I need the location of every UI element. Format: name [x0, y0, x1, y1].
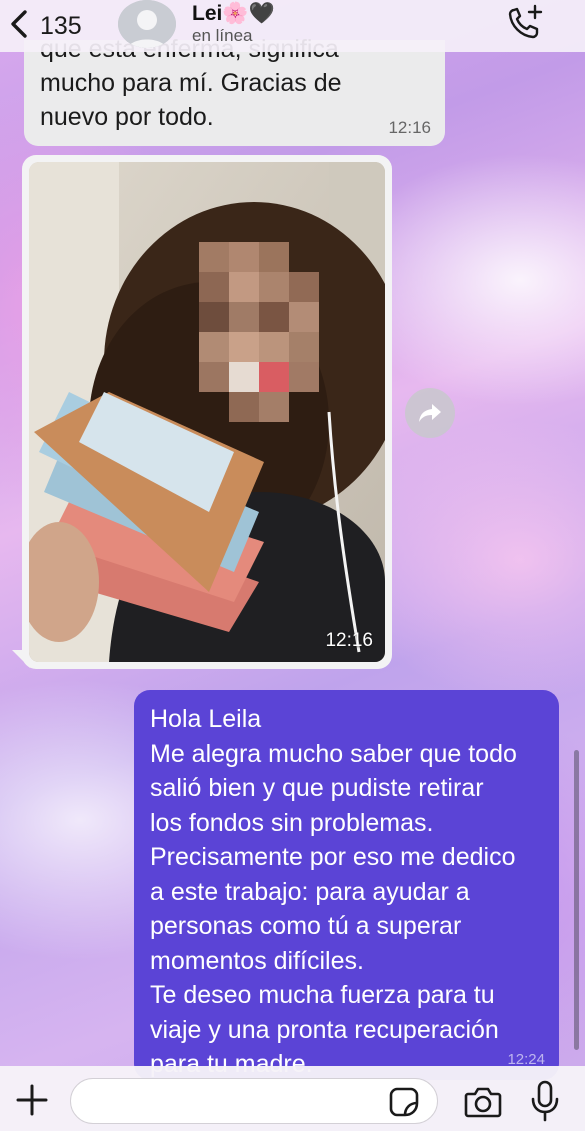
forward-button[interactable] — [405, 388, 455, 438]
outgoing-message-bubble[interactable]: Hola Leila Me alegra mucho saber que tod… — [134, 690, 559, 1080]
message-line: personas como tú a superar — [150, 912, 462, 940]
message-line: Te deseo mucha fuerza para tu — [150, 981, 495, 1009]
call-button[interactable] — [505, 4, 545, 42]
camera-icon — [464, 1087, 502, 1118]
sticker-button[interactable] — [388, 1086, 420, 1118]
incoming-message-bubble[interactable]: que está enferma, significa mucho para m… — [24, 35, 445, 146]
message-line: nuevo por todo. — [40, 103, 214, 131]
message-line: a este trabajo: para ayudar a — [150, 877, 470, 906]
scrollbar[interactable] — [574, 750, 579, 1050]
chevron-left-icon — [8, 9, 30, 44]
message-line: Hola Leila — [150, 705, 262, 733]
plus-icon — [16, 1084, 48, 1116]
sticker-icon — [389, 1087, 419, 1117]
photo-content — [29, 162, 385, 662]
message-line: Precisamente por eso me dedico — [150, 843, 516, 871]
message-line: Me alegra mucho saber que todo — [150, 739, 517, 768]
camera-button[interactable] — [464, 1085, 502, 1119]
share-arrow-icon — [419, 404, 441, 422]
message-line: los fondos sin problemas. — [150, 808, 434, 837]
message-time: 12:16 — [388, 118, 431, 137]
message-input[interactable] — [70, 1078, 438, 1124]
microphone-icon — [531, 1080, 559, 1122]
back-button[interactable]: 135 — [8, 6, 103, 46]
avatar[interactable] — [118, 0, 176, 48]
person-silhouette-icon — [118, 0, 176, 48]
message-line: salió bien y que pudiste retirar — [150, 774, 484, 802]
photo-time: 12:16 — [325, 630, 373, 651]
contact-name[interactable]: Lei🌸🖤 — [192, 2, 275, 26]
message-line: mucho para mí. Gracias de — [40, 69, 342, 97]
phone-plus-icon — [508, 4, 543, 39]
attach-button[interactable] — [14, 1082, 50, 1118]
incoming-photo-bubble[interactable]: 12:16 — [22, 155, 392, 669]
contact-status: en línea — [192, 26, 253, 45]
message-line: momentos difíciles. — [150, 946, 364, 975]
message-line: viaje y una pronta recuperación — [150, 1015, 499, 1044]
chat-header: 135 Lei🌸🖤 en línea — [0, 0, 585, 52]
composer-bar — [0, 1066, 585, 1131]
unread-count: 135 — [40, 11, 82, 40]
shared-photo[interactable]: 12:16 — [29, 162, 385, 662]
microphone-button[interactable] — [530, 1080, 560, 1122]
